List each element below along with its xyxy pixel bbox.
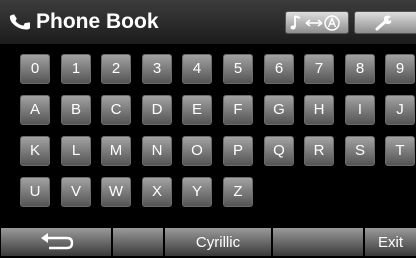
key-u[interactable]: U (20, 177, 50, 207)
key-r[interactable]: R (304, 136, 334, 166)
key-p[interactable]: P (223, 136, 253, 166)
key-4[interactable]: 4 (182, 54, 212, 84)
back-button[interactable] (0, 228, 112, 256)
key-2[interactable]: 2 (101, 54, 131, 84)
key-w[interactable]: W (101, 177, 131, 207)
phone-handset-icon (9, 14, 30, 30)
key-l[interactable]: L (61, 136, 91, 166)
bottom-bar: Cyrillic Exit (0, 228, 416, 256)
key-b[interactable]: B (61, 95, 91, 125)
spacer-button-1 (112, 228, 164, 256)
return-arrow-icon (41, 233, 74, 250)
key-5[interactable]: 5 (223, 54, 253, 84)
music-to-audio-icon (290, 15, 340, 31)
key-3[interactable]: 3 (142, 54, 172, 84)
spacer-button-2 (272, 228, 364, 256)
key-d[interactable]: D (142, 95, 172, 125)
page-title: Phone Book (36, 10, 159, 33)
key-q[interactable]: Q (264, 136, 294, 166)
key-v[interactable]: V (61, 177, 91, 207)
key-1[interactable]: 1 (61, 54, 91, 84)
key-e[interactable]: E (182, 95, 212, 125)
key-g[interactable]: G (264, 95, 294, 125)
key-0[interactable]: 0 (20, 54, 50, 84)
title-bar: Phone Book (0, 0, 416, 44)
key-9[interactable]: 9 (385, 54, 415, 84)
key-f[interactable]: F (223, 95, 253, 125)
key-z[interactable]: Z (223, 177, 253, 207)
key-m[interactable]: M (101, 136, 131, 166)
key-a[interactable]: A (20, 95, 50, 125)
key-y[interactable]: Y (182, 177, 212, 207)
key-o[interactable]: O (182, 136, 212, 166)
key-c[interactable]: C (101, 95, 131, 125)
key-6[interactable]: 6 (264, 54, 294, 84)
key-8[interactable]: 8 (345, 54, 375, 84)
key-x[interactable]: X (142, 177, 172, 207)
key-7[interactable]: 7 (304, 54, 334, 84)
key-k[interactable]: K (20, 136, 50, 166)
key-t[interactable]: T (385, 136, 415, 166)
audio-source-button[interactable] (285, 11, 349, 34)
cyrillic-button[interactable]: Cyrillic (164, 228, 272, 256)
key-n[interactable]: N (142, 136, 172, 166)
wrench-icon (375, 15, 392, 31)
key-j[interactable]: J (385, 95, 415, 125)
settings-button[interactable] (354, 11, 416, 34)
exit-button[interactable]: Exit (364, 228, 416, 256)
key-h[interactable]: H (304, 95, 334, 125)
key-i[interactable]: I (345, 95, 375, 125)
key-s[interactable]: S (345, 136, 375, 166)
